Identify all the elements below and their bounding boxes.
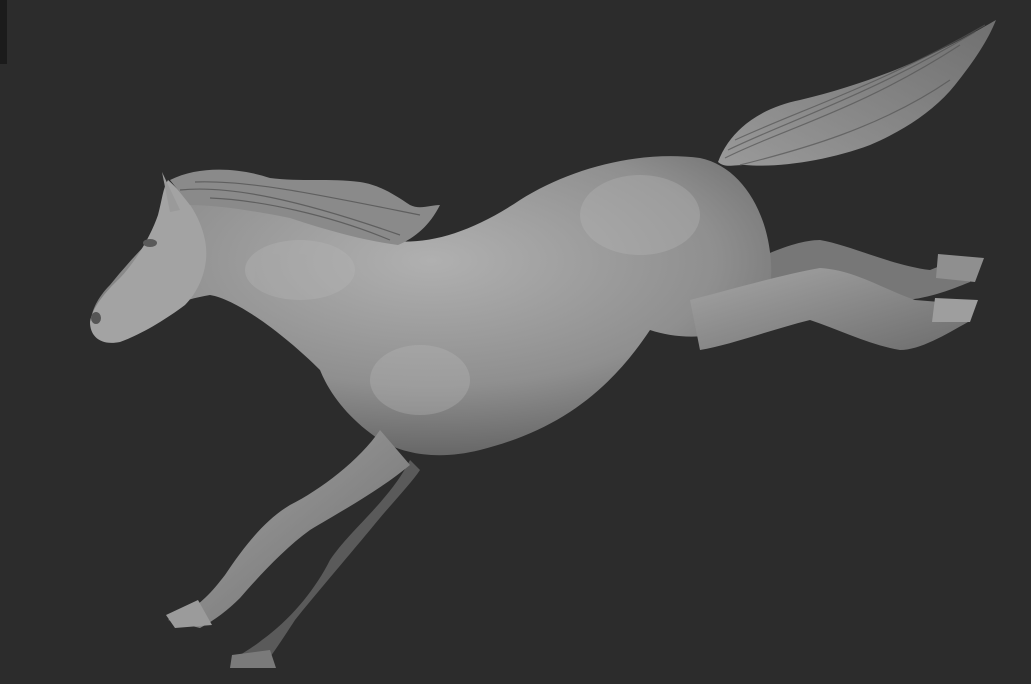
- head: [90, 180, 207, 343]
- near-hind-hoof: [932, 298, 978, 322]
- nostril: [91, 312, 101, 324]
- far-front-hoof: [230, 650, 276, 668]
- horse-model[interactable]: [0, 0, 1031, 684]
- near-front-leg: [168, 430, 410, 628]
- eye: [143, 239, 157, 247]
- 3d-viewport-canvas[interactable]: [0, 0, 1031, 684]
- far-hind-hoof: [936, 254, 984, 282]
